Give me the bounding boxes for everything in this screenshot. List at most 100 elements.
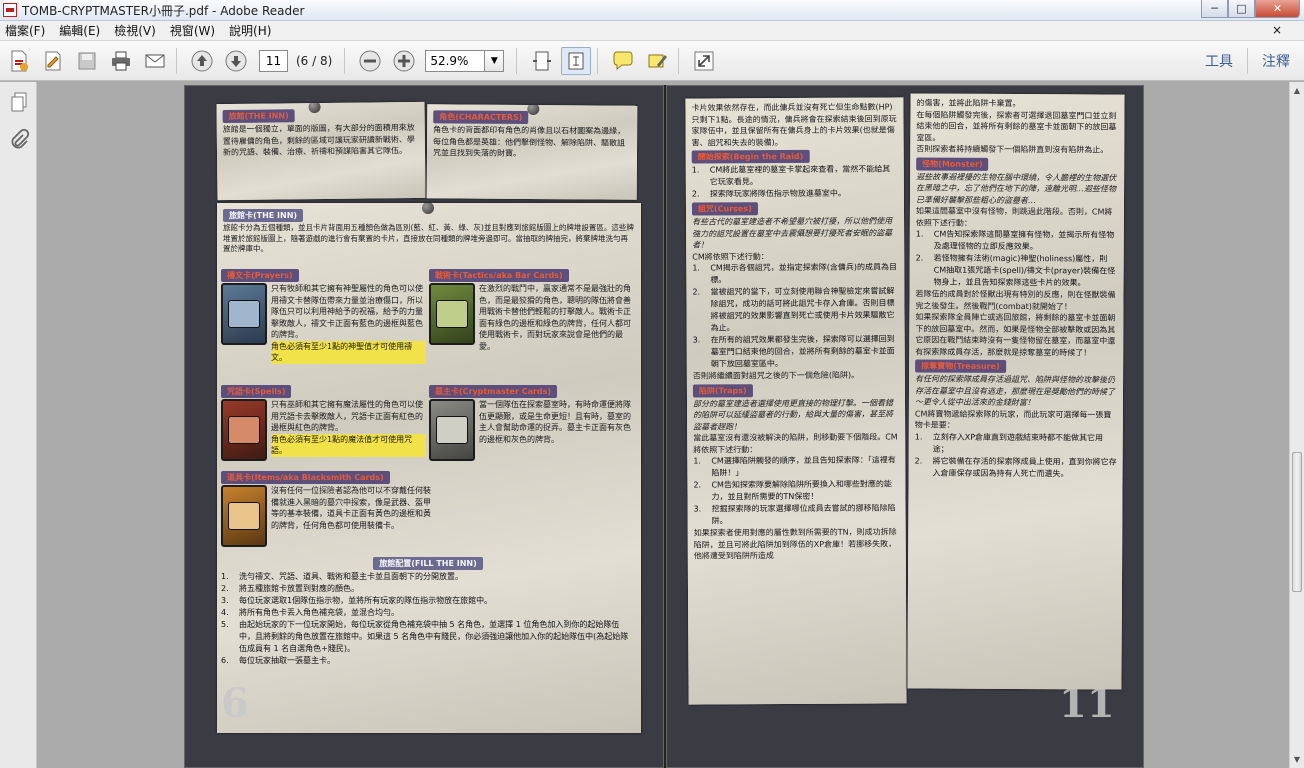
next-page-button[interactable]	[221, 47, 251, 75]
page-thumbnails-button[interactable]	[7, 90, 31, 114]
items-block: 道具卡(Items/aka Blacksmith Cards) 沒有任何一位探險…	[221, 469, 436, 547]
comment-button[interactable]	[608, 47, 638, 75]
curses-end-text: 否則將繼續面對詛咒之後的下一個危險(陷阱)。	[692, 370, 860, 381]
toolbar-separator	[344, 47, 346, 74]
treasure-title: 掠奪寶物(Treasure)	[915, 359, 1006, 373]
zoom-in-button[interactable]	[389, 47, 419, 75]
menu-help[interactable]: 說明(H)	[229, 22, 271, 39]
scroll-up-arrow-icon[interactable]: ▲	[1290, 82, 1304, 99]
raid-column: 卡片效果依然存在，而此傭兵並沒有死亡但生命點數(HP)只剩下1點。長途的情況，傭…	[685, 97, 907, 705]
menu-file[interactable]: 檔案(F)	[5, 22, 45, 39]
vertical-scrollbar[interactable]: ▲ ▼	[1289, 82, 1304, 768]
minimize-button[interactable]: ─	[1201, 0, 1228, 18]
title-bar: TOMB-CRYPTMASTER小冊子.pdf - Adobe Reader ─…	[0, 0, 1304, 21]
monster-outcome-text: 如果探索隊全員陣亡或逃回旅館，將剩餘的墓室卡並面朝下的放回墓室中。然而，如果是怪…	[915, 312, 1116, 357]
traps-title: 陷阱(Traps)	[692, 383, 753, 398]
save-button[interactable]	[72, 47, 102, 75]
menu-window[interactable]: 視窗(W)	[170, 22, 215, 39]
highlighter-icon	[648, 54, 668, 67]
page-count: (6 / 8)	[296, 53, 333, 68]
zoom-out-button[interactable]	[355, 47, 385, 75]
tactics-card-image	[429, 283, 475, 345]
page-number: 6	[221, 680, 249, 727]
traps-flavor-text: 部分的墓室建造者選擇使用更直接的物理打擊。一個看錯的陷阱可以延緩盜墓者的行動，給…	[692, 397, 894, 432]
list-item: 3. 挖掘探索隊的玩家選擇哪位成員去嘗試的挪移陷除陷阱。	[693, 503, 896, 526]
characters-section: 角色(CHARACTERS) 角色卡的背面都印有角色的肖像且以石材圖案為邊緣，每…	[426, 104, 638, 200]
fit-page-button[interactable]	[561, 46, 592, 75]
print-button[interactable]	[106, 47, 136, 75]
scrollbar-thumb[interactable]	[1292, 452, 1302, 592]
spells-title: 咒語卡(Spells)	[221, 385, 292, 398]
toolbar-separator	[678, 47, 680, 74]
fit-window-icon	[568, 52, 584, 69]
attachments-button[interactable]	[7, 128, 31, 152]
menu-edit[interactable]: 編輯(E)	[59, 22, 100, 39]
arrow-down-icon	[225, 50, 247, 71]
previous-page-button[interactable]	[187, 47, 217, 75]
close-button[interactable]: ✕	[1255, 0, 1300, 18]
spells-text: 只有巫師和其它擁有魔法屬性的角色可以使用咒語卡去擊敗敵人，咒語卡正面有紅色的邊框…	[271, 400, 423, 432]
spell-card-image	[221, 399, 267, 461]
list-item: 2. 將五種旅館卡放置到對應的顏色。	[221, 584, 359, 593]
list-item: 2. 當被詛咒的當下，可立刻使用聯合神聖檢定來嘗試解除詛咒，成功的話可將此詛咒卡存…	[692, 286, 895, 333]
characters-title: 角色(CHARACTERS)	[433, 110, 529, 124]
list-item: 1. 立刻存入XP倉庫直到遊戲結束時都不能做其它用途；	[914, 431, 1104, 454]
cryptmaster-title: 墓主卡(Cryptmaster Cards)	[429, 385, 558, 398]
menu-view[interactable]: 檢視(V)	[114, 22, 156, 39]
list-item: 3. 每位玩家選取1個隊伍指示物，並將所有玩家的隊伍指示物放在旅館中。	[221, 596, 493, 605]
traps-text: 當此墓室沒有還沒被解決的陷阱，則移動要下個階段。CM將依照下述行動：	[693, 432, 898, 455]
tactics-text: 在激烈的戰鬥中，贏家通常不是最強壯的角色，而是最狡猾的角色，聰明的隊伍將會善用戰…	[479, 284, 631, 351]
cryptmaster-text: 當一個隊伍在探索墓室時，有時命運便將隊伍更顯艱，或是生命更短！且有時，墓室的主人…	[479, 400, 631, 444]
list-item: 6. 每位玩家抽取一張墓主卡。	[221, 656, 335, 665]
edit-pdf-button[interactable]	[38, 47, 68, 75]
printer-icon	[112, 51, 130, 70]
zoom-input[interactable]: 52.9%	[425, 49, 486, 72]
list-item: 1. CM選擇陷阱觸發的順序，並且告知探索隊：「這裡有陷阱！」	[693, 455, 896, 478]
treasure-flavor-text: 有任何的探索隊成員存活過詛咒、陷阱與怪物的攻擊後仍存活在墓室中且沒有逃走，那麼現…	[914, 374, 1116, 408]
minus-circle-icon	[359, 50, 381, 71]
maximize-button[interactable]: □	[1228, 0, 1255, 18]
pin-icon	[422, 203, 434, 214]
page-right: 卡片效果依然存在，而此傭兵並沒有死亡但生命點數(HP)只剩下1點。長途的情況，傭…	[666, 85, 1144, 768]
toolbar: 11 (6 / 8) 52.9% ▼ 工具 注釋	[0, 41, 1304, 81]
tools-pane-link[interactable]: 工具	[1191, 51, 1247, 71]
document-viewer[interactable]: 旅館(THE INN) 旅館是一個獨立，單面的版圖，有大部分的面積用來放置待雇傭…	[38, 82, 1289, 768]
raid-title: 開始探索(Begin the Raid)	[691, 149, 810, 164]
list-item: 5. 由起始玩家的下一位玩家開始，每位玩家從角色補充袋中抽 5 名角色，並選擇 1…	[221, 620, 629, 653]
inn-text: 旅館是一個獨立，單面的版圖，有大部分的面積用來放置待雇傭的角色，剩餘的區域可讓玩…	[222, 123, 415, 158]
prayers-block: 禱文卡(Prayers) 只有牧師和其它擁有神聖屬性的角色可以使用禱文卡替隊伍帶…	[221, 267, 426, 364]
prayer-card-image	[221, 283, 267, 345]
list-item: 1. CM揭示各個詛咒，並指定探索隊(含傭兵)的成員為目標。	[692, 262, 898, 285]
monster-title: 怪物(Monster)	[916, 156, 989, 171]
fit-width-button[interactable]	[527, 47, 557, 75]
items-title: 道具卡(Items/aka Blacksmith Cards)	[221, 471, 390, 484]
cryptmaster-block: 墓主卡(Cryptmaster Cards) 當一個隊伍在探索墓室時，有時命運便…	[429, 383, 634, 461]
prayers-title: 禱文卡(Prayers)	[221, 269, 299, 282]
setup-block: 旅館配置(FILL THE INN) 1. 洗勻禱文、咒語、道具、戰術和墓主卡並且…	[221, 555, 635, 667]
save-icon	[78, 52, 96, 69]
scroll-down-arrow-icon[interactable]: ▼	[1290, 751, 1304, 768]
window-title: TOMB-CRYPTMASTER小冊子.pdf - Adobe Reader	[22, 3, 305, 18]
list-item: 1. 洗勻禱文、咒語、道具、戰術和墓主卡並且面朝下的分開放置。	[221, 572, 463, 581]
monster-text: 如果這間墓室中沒有怪物，則跳過此階段。否則，CM將依照下述行動：	[915, 206, 1113, 228]
comment-pane-link[interactable]: 注釋	[1248, 51, 1304, 71]
fit-page-icon	[533, 51, 552, 70]
page-number-input[interactable]: 11	[259, 49, 288, 72]
create-pdf-icon	[11, 50, 28, 71]
spells-block: 咒語卡(Spells) 只有巫師和其它擁有魔法屬性的角色可以使用咒語卡去擊敗敵人…	[221, 383, 426, 461]
envelope-icon	[145, 54, 165, 67]
monster-reaction-text: 若隊伍的成員對於怪獸出現有特別的反應，則在怪獸裝備完之後發生。然後戰鬥(comb…	[915, 289, 1116, 311]
create-pdf-button[interactable]	[4, 47, 34, 75]
highlight-button[interactable]	[642, 47, 672, 75]
full-screen-button[interactable]	[689, 47, 719, 75]
monster-intro-text: 的傷害，並將此陷阱卡棄置。	[916, 98, 1021, 109]
expand-icon	[694, 51, 714, 70]
menu-close-document-icon[interactable]: ×	[1272, 23, 1282, 37]
setup-title: 旅館配置(FILL THE INN)	[373, 557, 483, 570]
curses-title: 詛咒(Curses)	[691, 202, 758, 216]
tactics-title: 戰術卡(Tactics/aka Bar Cards)	[429, 269, 569, 282]
toolbar-separator	[516, 47, 518, 74]
zoom-dropdown-button[interactable]: ▼	[485, 49, 505, 72]
email-button[interactable]	[140, 47, 170, 75]
list-item: 3. 在所有的詛咒效果都發生完後，探索隊可以選擇回到墓室門口結束他的回合，並將所有…	[692, 334, 895, 369]
